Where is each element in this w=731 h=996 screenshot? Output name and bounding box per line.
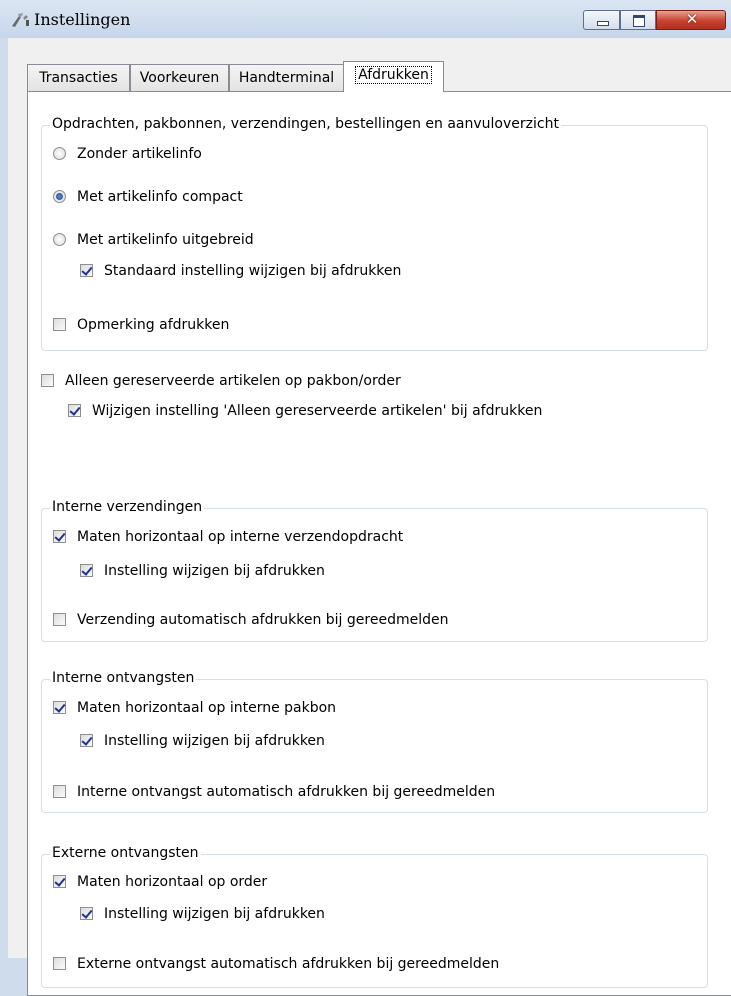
tab-handterminal[interactable]: Handterminal — [229, 64, 344, 91]
checkbox-label: Maten horizontaal op interne pakbon — [77, 700, 337, 716]
checkbox[interactable] — [53, 875, 66, 888]
maximize-icon — [633, 15, 645, 27]
window-titlebar[interactable]: Instellingen ✕ — [0, 0, 731, 38]
checkbox-label: Instelling wijzigen bij afdrukken — [104, 906, 325, 922]
maximize-button[interactable] — [620, 10, 656, 30]
radio-button[interactable] — [53, 147, 66, 160]
checkbox-label: Standaard instelling wijzigen bij afdruk… — [104, 263, 402, 279]
checkbox-label: Wijzigen instelling 'Alleen gereserveerd… — [92, 403, 543, 419]
tab-afdrukken[interactable]: Afdrukken — [343, 61, 444, 92]
group-externe-ontvangsten-title: Externe ontvangsten — [50, 845, 201, 861]
group-interne-verzendingen-title: Interne verzendingen — [50, 499, 205, 515]
radio-button[interactable] — [53, 233, 66, 246]
tab-label: Afdrukken — [355, 66, 432, 84]
tab-panel-afdrukken: Opdrachten, pakbonnen, verzendingen, bes… — [27, 91, 731, 996]
window-title: Instellingen — [34, 10, 131, 29]
radio-button[interactable] — [53, 190, 66, 203]
tab-label: Voorkeuren — [139, 70, 220, 86]
checkbox[interactable] — [68, 404, 81, 417]
radio-label: Met artikelinfo uitgebreid — [77, 232, 254, 248]
checkbox[interactable] — [53, 957, 66, 970]
checkbox-label: Maten horizontaal op interne verzendopdr… — [77, 529, 404, 545]
checkbox-label: Instelling wijzigen bij afdrukken — [104, 563, 325, 579]
group-orders-title: Opdrachten, pakbonnen, verzendingen, bes… — [50, 116, 561, 132]
checkbox-label: Maten horizontaal op order — [77, 874, 268, 890]
checkbox[interactable] — [80, 907, 93, 920]
minimize-button[interactable] — [583, 10, 620, 30]
checkbox[interactable] — [53, 318, 66, 331]
tab-voorkeuren[interactable]: Voorkeuren — [130, 64, 229, 91]
window-frame — [0, 38, 8, 958]
checkbox-label: Opmerking afdrukken — [77, 317, 230, 333]
minimize-icon — [597, 21, 609, 26]
checkbox[interactable] — [80, 564, 93, 577]
radio-label: Zonder artikelinfo — [77, 146, 202, 162]
checkbox[interactable] — [80, 734, 93, 747]
checkbox-label: Interne ontvangst automatisch afdrukken … — [77, 784, 496, 800]
tab-label: Transacties — [39, 70, 118, 86]
checkbox[interactable] — [53, 701, 66, 714]
checkbox[interactable] — [41, 374, 54, 387]
checkbox[interactable] — [53, 785, 66, 798]
tab-label: Handterminal — [238, 70, 335, 86]
checkbox[interactable] — [53, 613, 66, 626]
close-button[interactable]: ✕ — [656, 10, 726, 30]
checkbox[interactable] — [80, 264, 93, 277]
checkbox-label: Verzending automatisch afdrukken bij ger… — [77, 612, 449, 628]
group-interne-ontvangsten-title: Interne ontvangsten — [50, 670, 197, 686]
radio-label: Met artikelinfo compact — [77, 189, 243, 205]
checkbox-label: Alleen gereserveerde artikelen op pakbon… — [65, 373, 401, 389]
tab-transacties[interactable]: Transacties — [27, 64, 130, 91]
close-icon: ✕ — [685, 10, 699, 28]
checkbox[interactable] — [53, 530, 66, 543]
tools-icon — [10, 12, 32, 28]
checkbox-label: Instelling wijzigen bij afdrukken — [104, 733, 325, 749]
dialog-client-area: Transacties Voorkeuren Handterminal Afdr… — [8, 38, 731, 996]
